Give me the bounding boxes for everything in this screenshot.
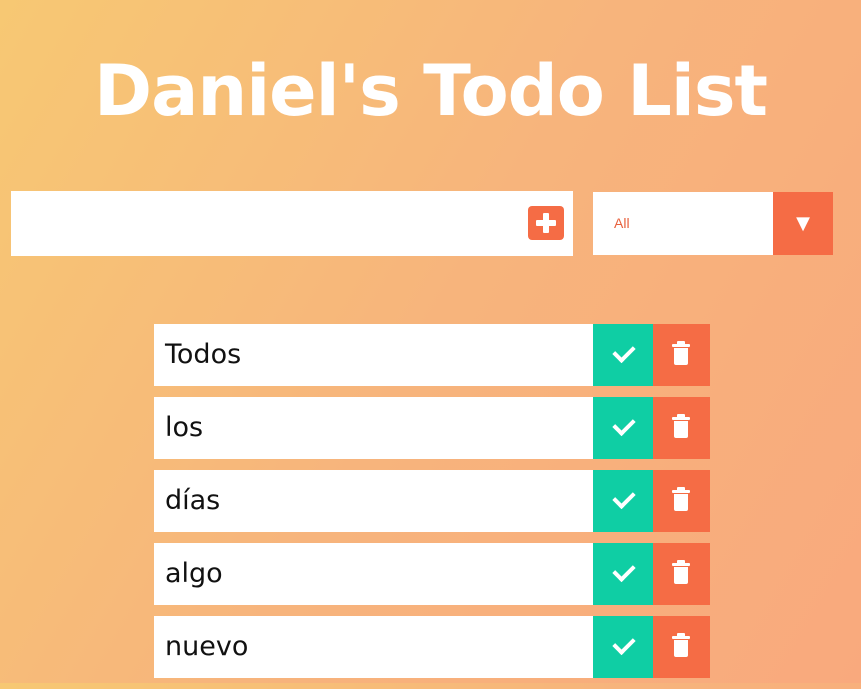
- complete-button[interactable]: [593, 543, 653, 605]
- delete-button[interactable]: [653, 543, 710, 605]
- chevron-down-icon[interactable]: ▼: [773, 192, 833, 255]
- todo-item: algo: [154, 543, 710, 605]
- filter-select[interactable]: All ▼: [593, 192, 833, 255]
- delete-button[interactable]: [653, 470, 710, 532]
- todo-item: nuevo: [154, 616, 710, 678]
- todo-input[interactable]: [11, 191, 545, 256]
- todo-text: días: [165, 485, 221, 516]
- delete-button[interactable]: [653, 616, 710, 678]
- todo-text: Todos: [165, 339, 242, 370]
- todo-item: días: [154, 470, 710, 532]
- check-icon: [612, 339, 636, 364]
- page-title: Daniel's Todo List: [94, 49, 768, 132]
- todo-text: los: [165, 412, 204, 443]
- complete-button[interactable]: [593, 324, 653, 386]
- check-icon: [612, 412, 636, 437]
- add-todo-button[interactable]: [528, 206, 564, 240]
- check-icon: [612, 485, 636, 510]
- complete-button[interactable]: [593, 397, 653, 459]
- todo-item: Todos: [154, 324, 710, 386]
- todo-text: algo: [165, 558, 223, 589]
- delete-button[interactable]: [653, 324, 710, 386]
- complete-button[interactable]: [593, 616, 653, 678]
- filter-selected-value: All: [614, 215, 630, 231]
- add-todo-form: [11, 191, 573, 256]
- complete-button[interactable]: [593, 470, 653, 532]
- todo-item: los: [154, 397, 710, 459]
- delete-button[interactable]: [653, 397, 710, 459]
- check-icon: [612, 558, 636, 583]
- check-icon: [612, 631, 636, 656]
- todo-text: nuevo: [165, 631, 249, 662]
- todo-list: Todos los días algo nuevo: [154, 324, 710, 689]
